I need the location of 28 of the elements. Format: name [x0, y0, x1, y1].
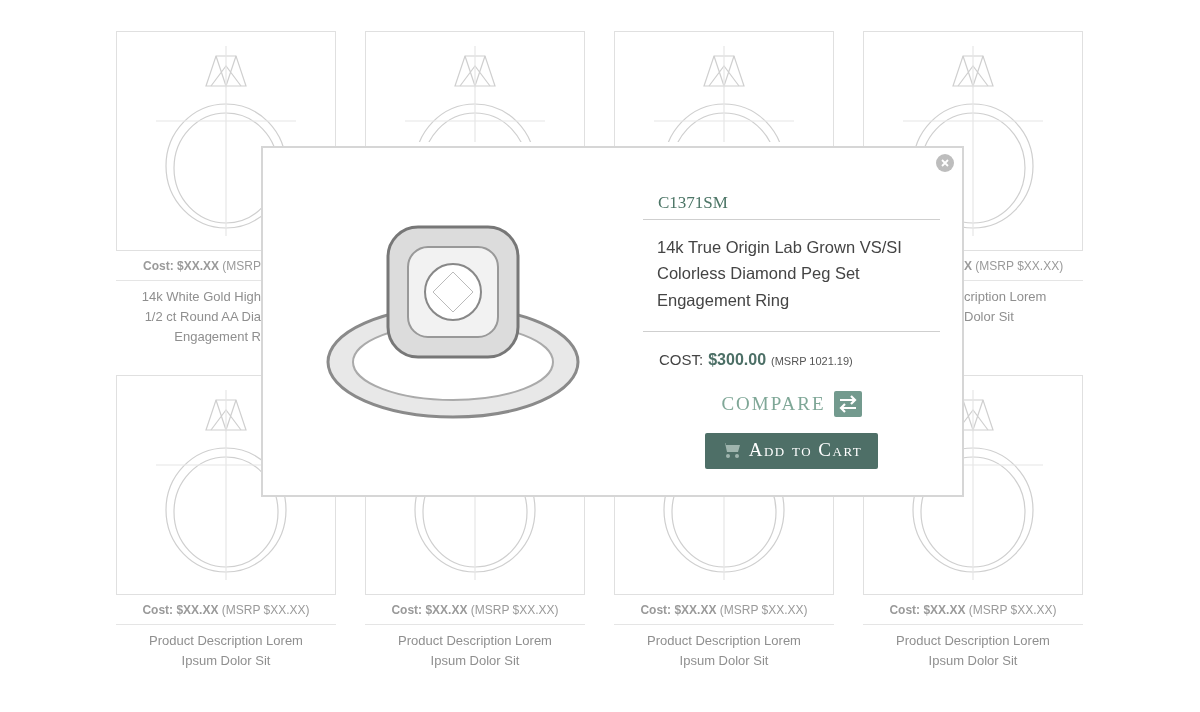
product-description: Engagement R — [173, 328, 261, 346]
product-description: 1/2 ct Round AA Dia — [143, 308, 261, 326]
swap-arrows-icon — [833, 391, 862, 418]
product-cost: Cost: $XX.XX (MSRP $XX.XX) — [639, 602, 809, 619]
close-icon — [941, 159, 949, 167]
product-cost: X (MSRP $XX.XX) — [963, 258, 1065, 275]
product-sku: C1371SM — [657, 192, 729, 214]
price: $300.00 — [708, 350, 767, 370]
add-to-cart-button[interactable]: Add to Cart — [704, 432, 879, 469]
product-cost: Cost: $XX.XX (MSRP $XX.XX) — [888, 602, 1058, 619]
msrp-price: (MSRP 1021.19) — [771, 354, 853, 369]
product-description: Product Description Lorem — [895, 632, 1051, 650]
product-description: Ipsum Dolor Sit — [180, 652, 272, 670]
product-title: 14k True Origin Lab Grown VS/SI Colorless Diamond Peg Set Engagement Ring — [656, 236, 903, 311]
product-cost: Cost: $XX.XX (MSRP $XX.XX) — [390, 602, 560, 619]
product-description: Product Description Lorem — [397, 632, 553, 650]
product-description: Dolor Sit — [964, 308, 1015, 326]
product-description: Ipsum Dolor Sit — [429, 652, 521, 670]
product-description: Product Description Lorem — [646, 632, 802, 650]
product-description: Ipsum Dolor Sit — [678, 652, 770, 670]
product-cost: Cost: $XX.XX (MSRP — [141, 258, 262, 275]
product-cost: Cost: $XX.XX (MSRP $XX.XX) — [141, 602, 311, 619]
product-description: 14k White Gold High — [140, 288, 261, 306]
product-description: cription Lorem — [964, 288, 1048, 306]
product-description: Product Description Lorem — [148, 632, 304, 650]
product-description: Ipsum Dolor Sit — [927, 652, 1019, 670]
cost-label: COST: — [659, 350, 704, 370]
close-button[interactable] — [936, 154, 954, 172]
